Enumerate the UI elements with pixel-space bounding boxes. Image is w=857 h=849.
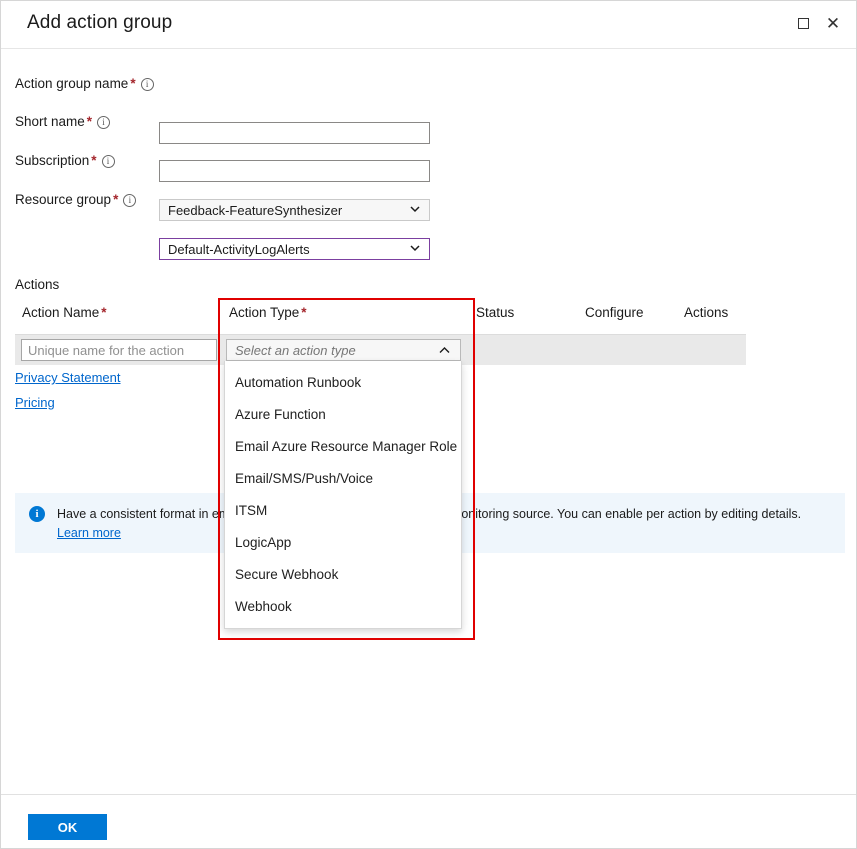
dropdown-option[interactable]: LogicApp	[225, 526, 461, 558]
action-type-combobox[interactable]: Select an action type	[226, 339, 461, 361]
label-subscription: Subscription* i	[15, 153, 115, 169]
chevron-down-icon	[410, 243, 420, 253]
privacy-statement-link[interactable]: Privacy Statement	[15, 370, 121, 385]
label-short-name: Short name* i	[15, 114, 110, 130]
dropdown-option[interactable]: Secure Webhook	[225, 558, 461, 590]
label-resource-group: Resource group* i	[15, 192, 136, 208]
subscription-select-value: Feedback-FeatureSynthesizer	[168, 203, 342, 218]
window-controls: ✕	[788, 9, 848, 37]
dropdown-option[interactable]: Azure Function	[225, 398, 461, 430]
action-group-name-input[interactable]	[159, 122, 430, 144]
dropdown-option[interactable]: ITSM	[225, 494, 461, 526]
page-title: Add action group	[27, 12, 172, 34]
column-header-configure: Configure	[585, 305, 644, 320]
required-marker: *	[87, 114, 92, 129]
close-button[interactable]: ✕	[818, 9, 848, 37]
chevron-down-icon	[410, 204, 420, 214]
required-marker: *	[101, 305, 106, 320]
label-action-group-name: Action group name* i	[15, 76, 154, 92]
chevron-up-icon	[439, 345, 450, 356]
action-type-dropdown-list: Automation Runbook Azure Function Email …	[224, 361, 462, 629]
required-marker: *	[91, 153, 96, 168]
info-icon[interactable]: i	[97, 116, 110, 129]
label-text: Resource group	[15, 192, 111, 207]
column-header-action-type: Action Type*	[229, 305, 307, 320]
column-header-actions: Actions	[684, 305, 728, 320]
dialog-body: Action group name*i Short name*i Subscri…	[1, 49, 857, 794]
info-icon[interactable]: i	[102, 155, 115, 168]
column-label: Action Type	[229, 305, 299, 320]
info-icon: i	[29, 506, 45, 522]
required-marker: *	[301, 305, 306, 320]
subscription-select[interactable]: Feedback-FeatureSynthesizer	[159, 199, 430, 221]
dropdown-option[interactable]: Automation Runbook	[225, 366, 461, 398]
action-type-combobox-value: Select an action type	[227, 343, 356, 358]
dropdown-option[interactable]: Email/SMS/Push/Voice	[225, 462, 461, 494]
actions-section-label: Actions	[15, 277, 59, 292]
learn-more-link[interactable]: Learn more	[57, 526, 121, 540]
label-text: Action group name	[15, 76, 128, 91]
actions-table-header: Action Name* Action Type* Status Configu…	[1, 305, 791, 331]
dropdown-option[interactable]: Webhook	[225, 590, 461, 622]
label-text: Subscription	[15, 153, 89, 168]
info-icon[interactable]: i	[141, 78, 154, 91]
column-header-action-name: Action Name*	[22, 305, 107, 320]
required-marker: *	[113, 192, 118, 207]
add-action-group-dialog: Add action group ✕ Action group name*i S…	[0, 0, 857, 849]
column-header-status: Status	[476, 305, 514, 320]
pricing-link[interactable]: Pricing	[15, 395, 55, 410]
required-marker: *	[130, 76, 135, 91]
short-name-input[interactable]	[159, 160, 430, 182]
label-text: Short name	[15, 114, 85, 129]
ok-button[interactable]: OK	[28, 814, 107, 840]
resource-group-select[interactable]: Default-ActivityLogAlerts	[159, 238, 430, 260]
resource-group-select-value: Default-ActivityLogAlerts	[168, 242, 310, 257]
action-name-input[interactable]	[21, 339, 217, 361]
dropdown-option[interactable]: Email Azure Resource Manager Role	[225, 430, 461, 462]
dialog-footer: OK	[1, 794, 857, 849]
maximize-icon	[798, 18, 809, 29]
maximize-button[interactable]	[788, 9, 818, 37]
close-icon: ✕	[826, 15, 840, 32]
column-label: Action Name	[22, 305, 99, 320]
info-icon[interactable]: i	[123, 194, 136, 207]
dialog-titlebar: Add action group ✕	[1, 1, 857, 49]
